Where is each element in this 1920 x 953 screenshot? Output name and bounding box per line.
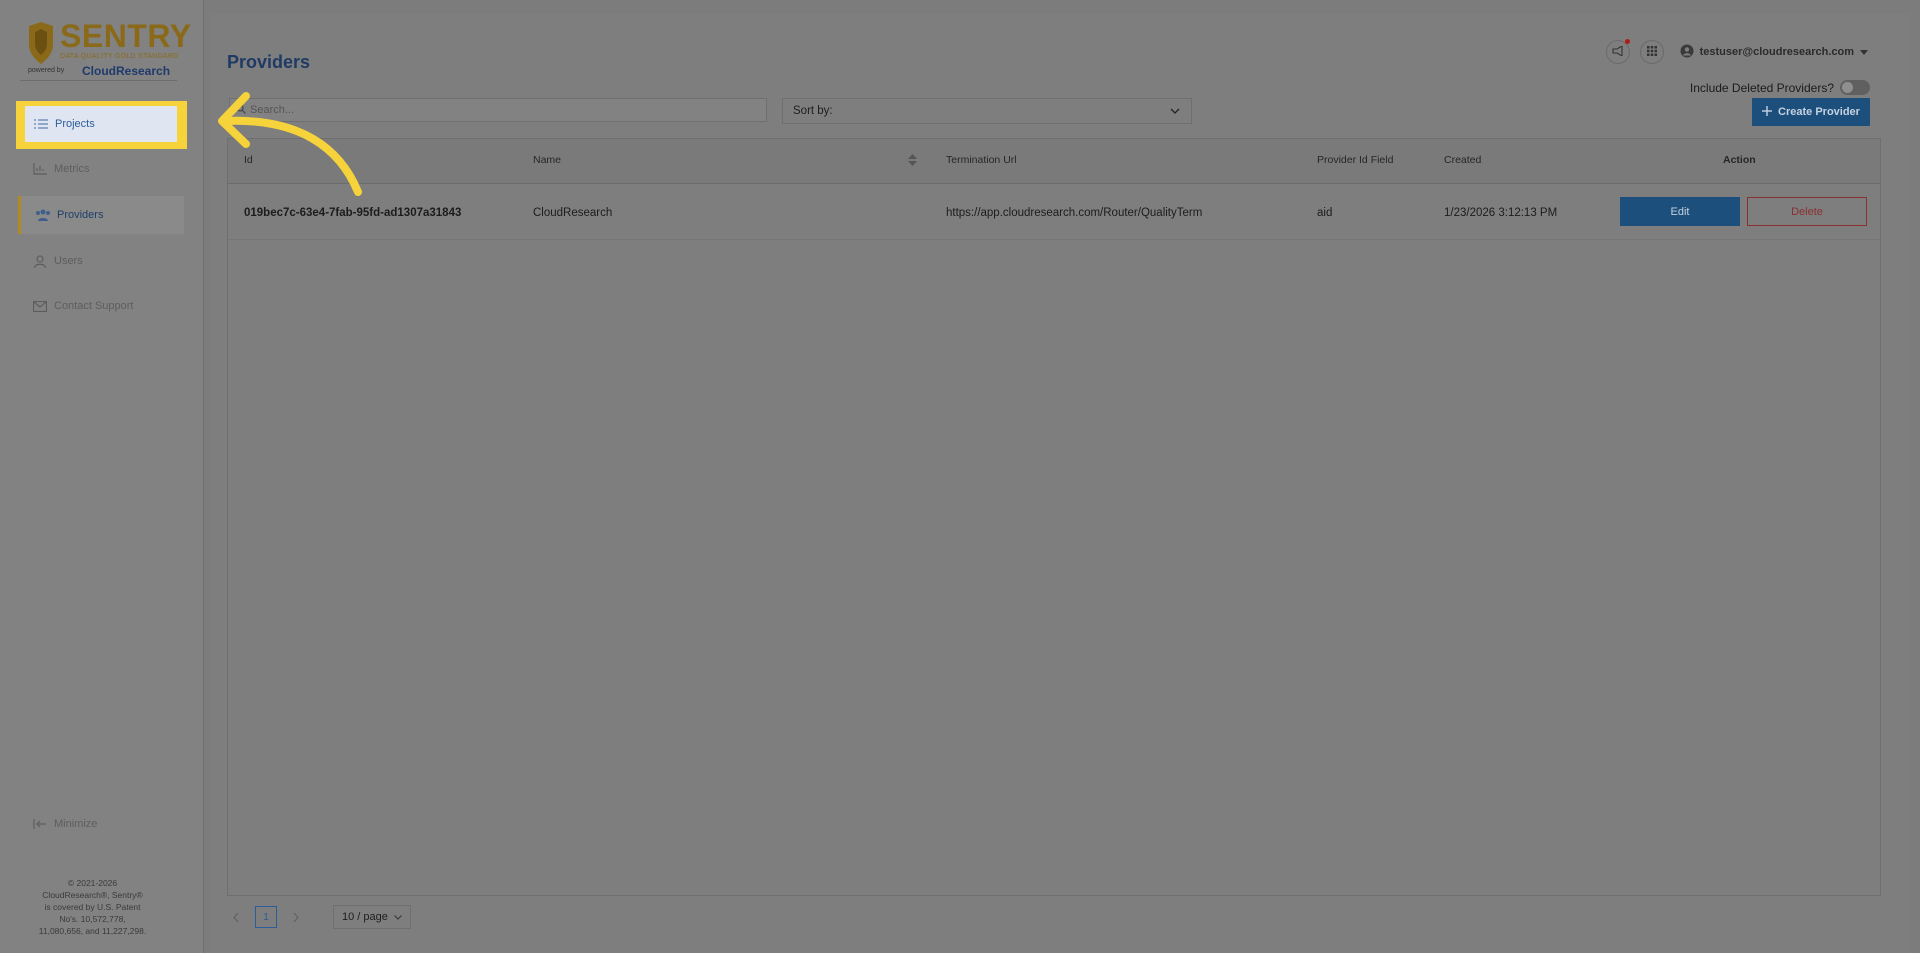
cell-provider-id-field: aid — [1317, 207, 1333, 219]
sidebar-item-label: Users — [54, 255, 83, 267]
table-header: Id Name Termination Url Provider Id Fiel… — [228, 139, 1880, 184]
cell-name: CloudResearch — [533, 207, 613, 219]
sidebar: SENTRY DATA QUALITY GOLD STANDARD powere… — [0, 0, 204, 953]
users-group-icon — [35, 207, 51, 223]
column-header-action: Action — [1723, 154, 1756, 166]
sidebar-item-label: Providers — [57, 209, 104, 221]
sidebar-item-users[interactable]: Users — [18, 242, 184, 280]
page-size-select[interactable]: 10 / page — [333, 905, 411, 929]
announcements-button[interactable] — [1605, 39, 1630, 64]
toggle-knob — [1842, 82, 1853, 93]
grid-icon — [1646, 43, 1657, 61]
chevron-down-icon — [1169, 105, 1181, 120]
sort-icon[interactable] — [908, 153, 917, 171]
sidebar-item-label: Contact Support — [54, 300, 134, 312]
bar-chart-icon — [32, 161, 48, 177]
main-panel: Providers testuser@cloudresearch.com Sea… — [210, 14, 1910, 953]
page-number-button[interactable]: 1 — [255, 906, 277, 928]
edit-button[interactable]: Edit — [1620, 197, 1740, 226]
include-deleted-toggle[interactable] — [1840, 80, 1870, 95]
page-size-value: 10 / page — [342, 911, 388, 923]
column-header-name[interactable]: Name — [533, 154, 561, 166]
sidebar-item-label: Metrics — [54, 163, 90, 175]
apps-grid-button[interactable] — [1639, 40, 1664, 64]
minimize-button[interactable]: Minimize — [18, 805, 184, 843]
include-deleted-label: Include Deleted Providers? — [1689, 80, 1834, 95]
sidebar-item-metrics[interactable]: Metrics — [18, 150, 184, 188]
column-header-provider-id-field[interactable]: Provider Id Field — [1317, 154, 1393, 166]
delete-button[interactable]: Delete — [1747, 197, 1867, 226]
company-name: CloudResearch — [82, 64, 171, 78]
sidebar-item-providers[interactable]: Providers — [18, 196, 184, 234]
brand-name: SENTRY — [60, 18, 192, 54]
create-provider-label: Create Provider — [1778, 106, 1860, 118]
tutorial-arrow-icon — [218, 92, 362, 196]
minimize-label: Minimize — [54, 818, 98, 830]
copyright-line: No's. 10,572,778, — [59, 914, 126, 924]
copyright-line: is covered by U.S. Patent — [44, 902, 141, 912]
header-actions: testuser@cloudresearch.com — [1605, 39, 1868, 64]
providers-table: Id Name Termination Url Provider Id Fiel… — [227, 138, 1881, 896]
include-deleted-toggle-group: Include Deleted Providers? — [1690, 80, 1870, 95]
prev-page-button[interactable] — [227, 906, 245, 928]
page-title: Providers — [227, 52, 311, 72]
megaphone-icon — [1612, 43, 1623, 61]
sort-by-label: Sort by: — [793, 105, 833, 117]
sidebar-item-projects[interactable]: Projects — [25, 106, 177, 142]
next-page-button[interactable] — [287, 906, 305, 928]
chevron-down-icon — [394, 911, 402, 923]
user-menu[interactable]: testuser@cloudresearch.com — [1680, 44, 1868, 61]
table-row: 019bec7c-63e4-7fab-95fd-ad1307a31843 Clo… — [228, 183, 1880, 240]
powered-by-text: powered by — [28, 67, 65, 74]
sidebar-item-contact-support[interactable]: Contact Support — [18, 287, 184, 325]
sentry-logo[interactable]: SENTRY DATA QUALITY GOLD STANDARD powere… — [20, 18, 191, 81]
sort-by-select[interactable]: Sort by: — [782, 98, 1192, 124]
list-icon — [33, 116, 49, 132]
copyright-line: © 2021-2026 — [67, 878, 118, 888]
user-avatar-icon — [1680, 44, 1694, 61]
brand-tagline: DATA QUALITY GOLD STANDARD — [60, 53, 179, 60]
column-header-termination-url[interactable]: Termination Url — [946, 154, 1017, 166]
copyright-line: CloudResearch®, Sentry® — [42, 890, 143, 900]
user-email: testuser@cloudresearch.com — [1699, 46, 1854, 58]
column-header-created[interactable]: Created — [1444, 154, 1481, 166]
copyright-notice: © 2021-2026 CloudResearch®, Sentry® is c… — [20, 877, 165, 937]
pagination: 1 10 / page — [227, 904, 411, 930]
shield-logo-icon — [29, 22, 53, 64]
copyright-line: 11,080,656, and 11,227,298. — [38, 926, 147, 936]
cell-created: 1/23/2026 3:12:13 PM — [1444, 207, 1558, 219]
sidebar-item-label: Projects — [55, 118, 95, 130]
notification-dot — [1624, 39, 1630, 44]
mail-icon — [32, 298, 48, 314]
caret-down-icon — [1860, 46, 1868, 58]
cell-termination-url: https://app.cloudresearch.com/Router/Qua… — [946, 207, 1203, 219]
cell-id: 019bec7c-63e4-7fab-95fd-ad1307a31843 — [244, 207, 462, 219]
plus-icon — [1762, 105, 1773, 119]
collapse-left-icon — [32, 816, 48, 832]
user-icon — [32, 253, 48, 269]
create-provider-button[interactable]: Create Provider — [1752, 98, 1870, 126]
